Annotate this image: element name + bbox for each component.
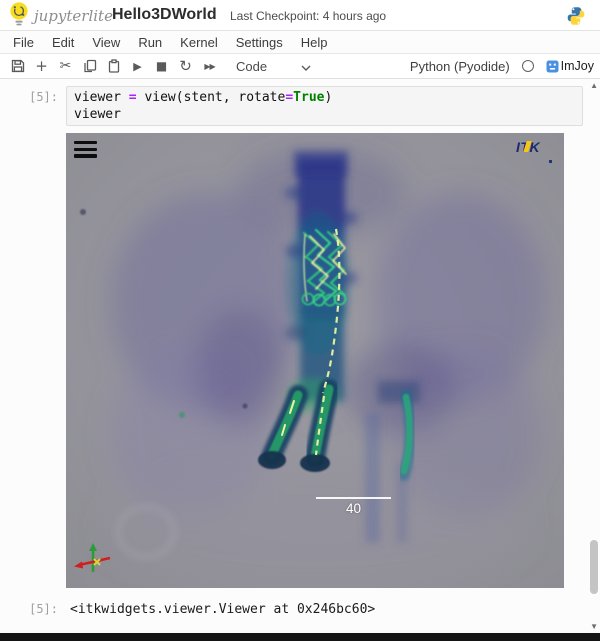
menu-item-edit[interactable]: Edit [43,35,83,50]
chevron-down-icon [301,59,311,74]
copy-cell-icon[interactable] [78,56,101,76]
run-all-icon[interactable]: ▶▶ [198,56,221,76]
scrollbar-down-icon[interactable]: ▼ [590,622,598,631]
itk-logo: ITK [516,139,554,163]
scrollbar-thumb[interactable] [590,540,598,594]
menu-item-file[interactable]: File [4,35,43,50]
paste-cell-icon[interactable] [102,56,125,76]
notebook-area: [5]: viewer = view(stent, rotate=True) v… [0,79,600,633]
save-icon[interactable] [6,56,29,76]
python-logo-icon [566,6,586,26]
notebook-toolbar: + ✂ ▶ ■ ↻ ▶▶ Code Python [0,54,600,79]
kernel-name[interactable]: Python (Pyodide) [410,59,510,74]
cell-type-dropdown[interactable]: Code [236,59,311,74]
jupyterlite-bulb-icon [8,1,30,32]
menu-item-help[interactable]: Help [292,35,337,50]
orientation-axes-icon [72,539,114,582]
imjoy-icon [546,60,559,73]
itk-logo-dot [549,160,553,164]
kernel-status-indicator[interactable] [522,60,534,72]
scale-bar-label: 40 [316,501,391,516]
run-icon[interactable]: ▶ [126,56,149,76]
add-cell-icon[interactable]: + [30,56,53,76]
cell-output-text: <itkwidgets.viewer.Viewer at 0x246bc60> [70,602,375,617]
menu-item-view[interactable]: View [83,35,129,50]
cut-cell-icon[interactable]: ✂ [54,56,77,76]
checkpoint-status: Last Checkpoint: 4 hours ago [230,9,386,23]
itk-viewer-canvas[interactable]: ITK 40 [66,133,564,588]
scale-bar: 40 [316,497,391,516]
imjoy-label: ImJoy [561,59,594,73]
bottom-bar [0,633,600,641]
notebook-title[interactable]: Hello3DWorld [112,6,217,24]
code-line-1: viewer = view(stent, rotate=True) [74,90,575,107]
cell-type-value: Code [236,59,267,74]
jupyterlite-wordmark: jupyterlite [34,7,113,25]
restart-kernel-icon[interactable]: ↻ [174,56,197,76]
input-prompt: [5]: [0,90,58,104]
code-cell-editor[interactable]: viewer = view(stent, rotate=True) viewer [66,86,583,126]
jupyterlite-app: jupyterlite Hello3DWorld Last Checkpoint… [0,0,600,641]
imjoy-button[interactable]: ImJoy [546,59,594,73]
menu-item-run[interactable]: Run [129,35,171,50]
title-bar: jupyterlite Hello3DWorld Last Checkpoint… [0,0,600,31]
scrollbar-up-icon[interactable]: ▲ [590,81,598,90]
jupyterlite-logo[interactable]: jupyterlite [8,3,108,29]
viewer-menu-hamburger-icon[interactable] [74,141,97,158]
volume-rendering [66,133,564,588]
scale-bar-line [316,497,391,499]
code-line-2: viewer [74,107,575,124]
menu-item-settings[interactable]: Settings [227,35,292,50]
output-prompt: [5]: [0,602,58,616]
stop-icon[interactable]: ■ [150,56,173,76]
menu-bar: File Edit View Run Kernel Settings Help [0,31,600,54]
menu-item-kernel[interactable]: Kernel [171,35,227,50]
